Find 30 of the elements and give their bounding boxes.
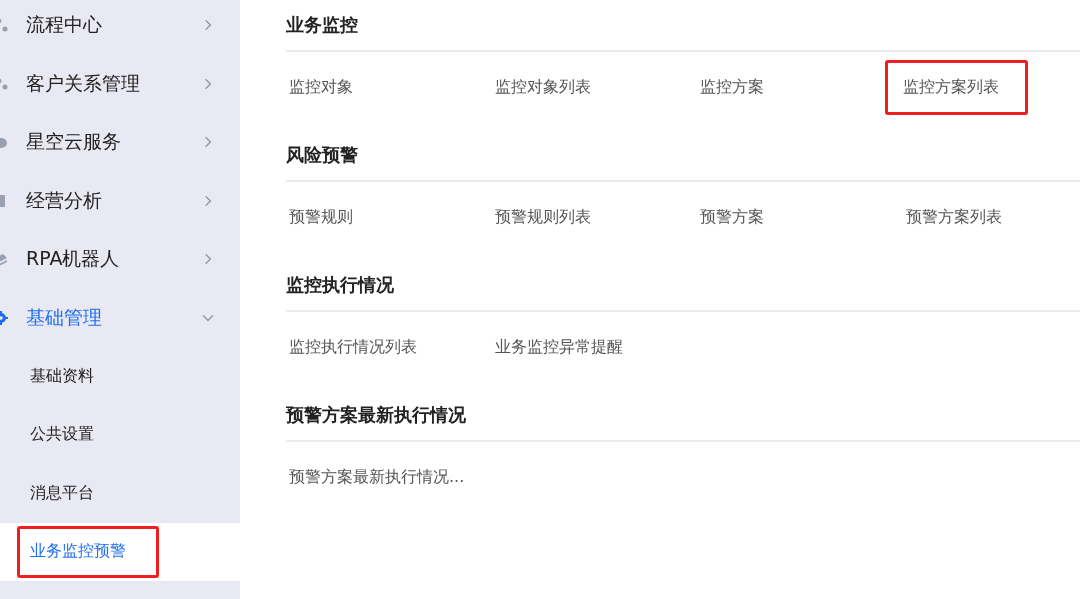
chevron-icon [202,136,214,149]
menu-link[interactable]: 预警方案 [697,189,767,245]
menu-link[interactable]: 监控执行情况列表 [286,319,420,375]
sidebar-item[interactable]: 星空云服务 [0,113,240,172]
section-title: 业务监控 [286,0,1080,52]
section-title: 预警方案最新执行情况 [286,390,1080,442]
sidebar-item[interactable]: 客户关系管理 [0,54,240,113]
chevron-icon [202,77,214,90]
menu-link[interactable]: 监控方案 [697,59,767,115]
chevron-icon [202,19,214,32]
sidebar-subitem[interactable]: 公共设置 [17,408,107,461]
section-title: 监控执行情况 [286,260,1080,312]
chevron-icon [202,253,214,266]
menu-link[interactable]: 监控对象 [286,59,356,115]
menu-link[interactable]: 预警规则列表 [491,189,594,245]
sidebar-item[interactable]: 经营分析 [0,171,240,230]
menu-link[interactable]: 业务监控异常提醒 [491,319,626,375]
sidebar-item[interactable]: 基础管理 [0,288,240,347]
menu-link[interactable]: 预警方案最新执行情况... [286,449,468,505]
sidebar-subitem[interactable]: 消息平台 [17,467,107,520]
menu-link[interactable]: 预警方案列表 [902,189,1005,245]
sidebar-item[interactable]: 流程中心 [0,0,240,55]
sidebar-item[interactable]: RPA机器人 [0,230,240,289]
sidebar-subitem[interactable]: 基础资料 [17,350,107,403]
menu-link[interactable]: 预警规则 [286,189,356,245]
section-title: 风险预警 [286,130,1080,182]
menu-link[interactable]: 监控对象列表 [491,59,594,115]
chevron-icon [202,194,214,207]
sidebar-subitem[interactable]: 业务监控预警 [17,525,159,578]
menu-link[interactable]: 监控方案列表 [884,59,1028,115]
